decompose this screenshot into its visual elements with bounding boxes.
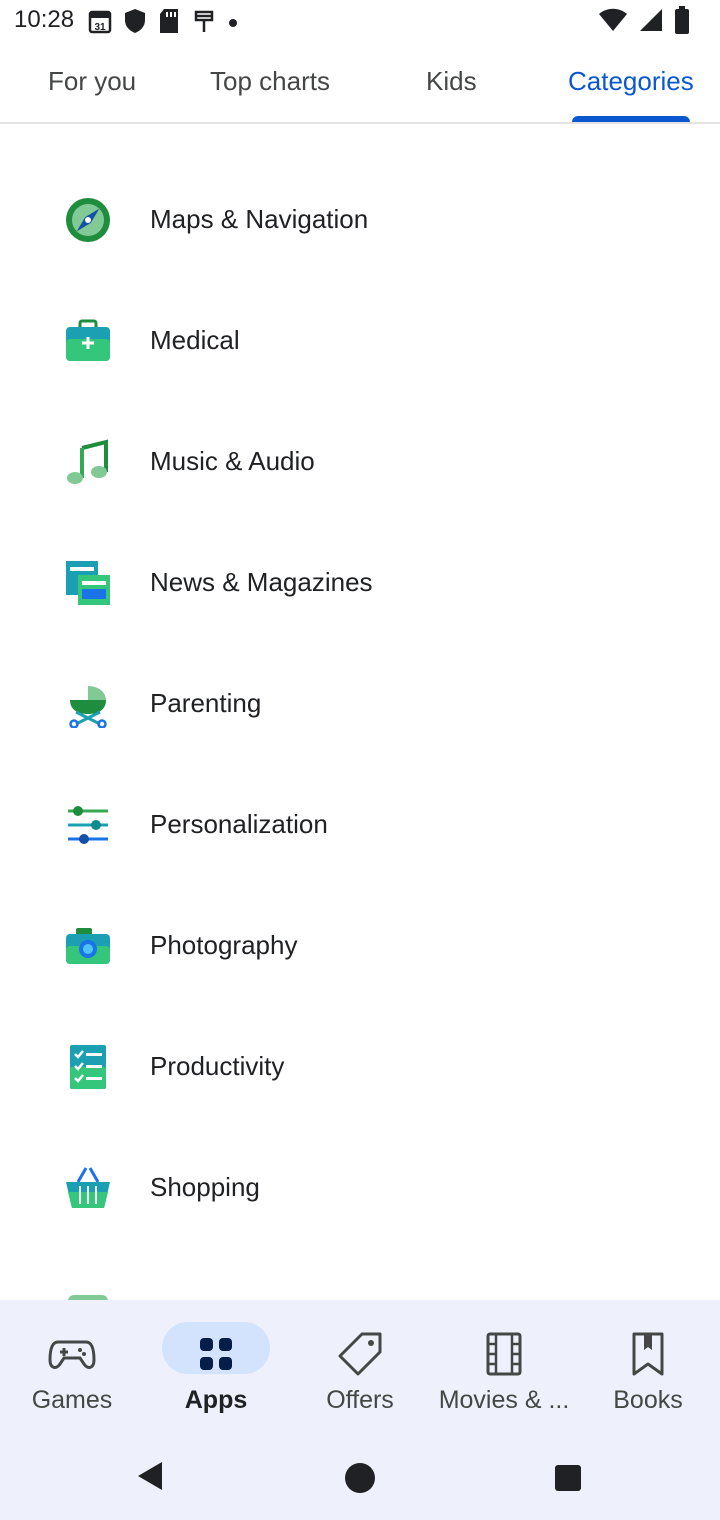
bottom-nav: Games Apps Offers Movies & ... Books [0,1300,720,1430]
nav-games[interactable]: Games [0,1300,144,1430]
music-note-icon [67,439,108,484]
category-label: Medical [150,325,240,355]
category-label: Parenting [150,688,262,718]
category-list[interactable]: Maps & Navigation Medical Music & Audio … [0,124,720,1300]
tab-for-you[interactable]: For you [48,66,136,97]
category-item-partial[interactable] [0,1249,720,1300]
nav-offers[interactable]: Offers [288,1300,432,1430]
status-bar: 10:28 31 [0,0,720,44]
wifi-icon [599,8,627,31]
system-nav-bar [0,1430,720,1520]
newspaper-icon [66,561,110,605]
calendar-31-icon: 31 [88,10,112,34]
shield-icon [125,9,145,33]
nav-label: Offers [326,1386,394,1414]
compass-icon [66,198,110,242]
signal-icon [640,9,662,31]
category-item-maps-navigation[interactable]: Maps & Navigation [0,160,720,281]
dot-icon [229,19,237,27]
recents-icon[interactable] [554,1464,582,1492]
camera-icon [66,928,110,964]
category-icon [68,1295,108,1300]
tag-icon [338,1332,382,1376]
category-item-shopping[interactable]: Shopping [0,1128,720,1249]
nav-label: Books [613,1386,683,1414]
checklist-icon [70,1045,106,1089]
active-tab-indicator [572,116,690,122]
film-icon [486,1332,522,1376]
category-label: Photography [150,930,298,960]
tab-top-charts[interactable]: Top charts [210,66,330,97]
category-label: Personalization [150,809,328,839]
category-label: Maps & Navigation [150,204,369,234]
category-label: Productivity [150,1051,285,1081]
category-item-personalization[interactable]: Personalization [0,765,720,886]
svg-text:31: 31 [94,22,106,33]
stroller-icon [69,686,107,728]
nav-books[interactable]: Books [576,1300,720,1430]
category-item-photography[interactable]: Photography [0,886,720,1007]
nav-apps[interactable]: Apps [144,1300,288,1430]
category-label: Shopping [150,1172,260,1202]
nav-movies[interactable]: Movies & ... [432,1300,576,1430]
category-item-productivity[interactable]: Productivity [0,1007,720,1128]
tab-kids[interactable]: Kids [426,66,477,97]
tab-categories[interactable]: Categories [568,66,694,97]
category-item-parenting[interactable]: Parenting [0,644,720,765]
nav-label: Apps [184,1386,248,1414]
category-item-medical[interactable]: Medical [0,281,720,402]
status-time: 10:28 [14,6,75,33]
battery-icon [675,6,689,34]
basket-icon [66,1167,110,1208]
category-label: Music & Audio [150,446,315,476]
back-icon[interactable] [136,1460,166,1492]
sliders-icon [68,806,108,844]
category-item-music-audio[interactable]: Music & Audio [0,402,720,523]
bookmark-icon [632,1332,664,1376]
apps-grid-icon [200,1338,232,1370]
sd-card-icon [160,9,178,33]
top-tabs: For you Top charts Kids Categories [0,44,720,124]
nav-label: Movies & ... [438,1386,570,1414]
gamepad-icon [48,1340,96,1369]
category-item-news-magazines[interactable]: News & Magazines [0,523,720,644]
usb-icon [194,10,214,32]
medical-kit-icon [66,319,110,361]
nav-label: Games [31,1386,113,1414]
home-icon[interactable] [343,1461,377,1495]
category-label: News & Magazines [150,567,373,597]
